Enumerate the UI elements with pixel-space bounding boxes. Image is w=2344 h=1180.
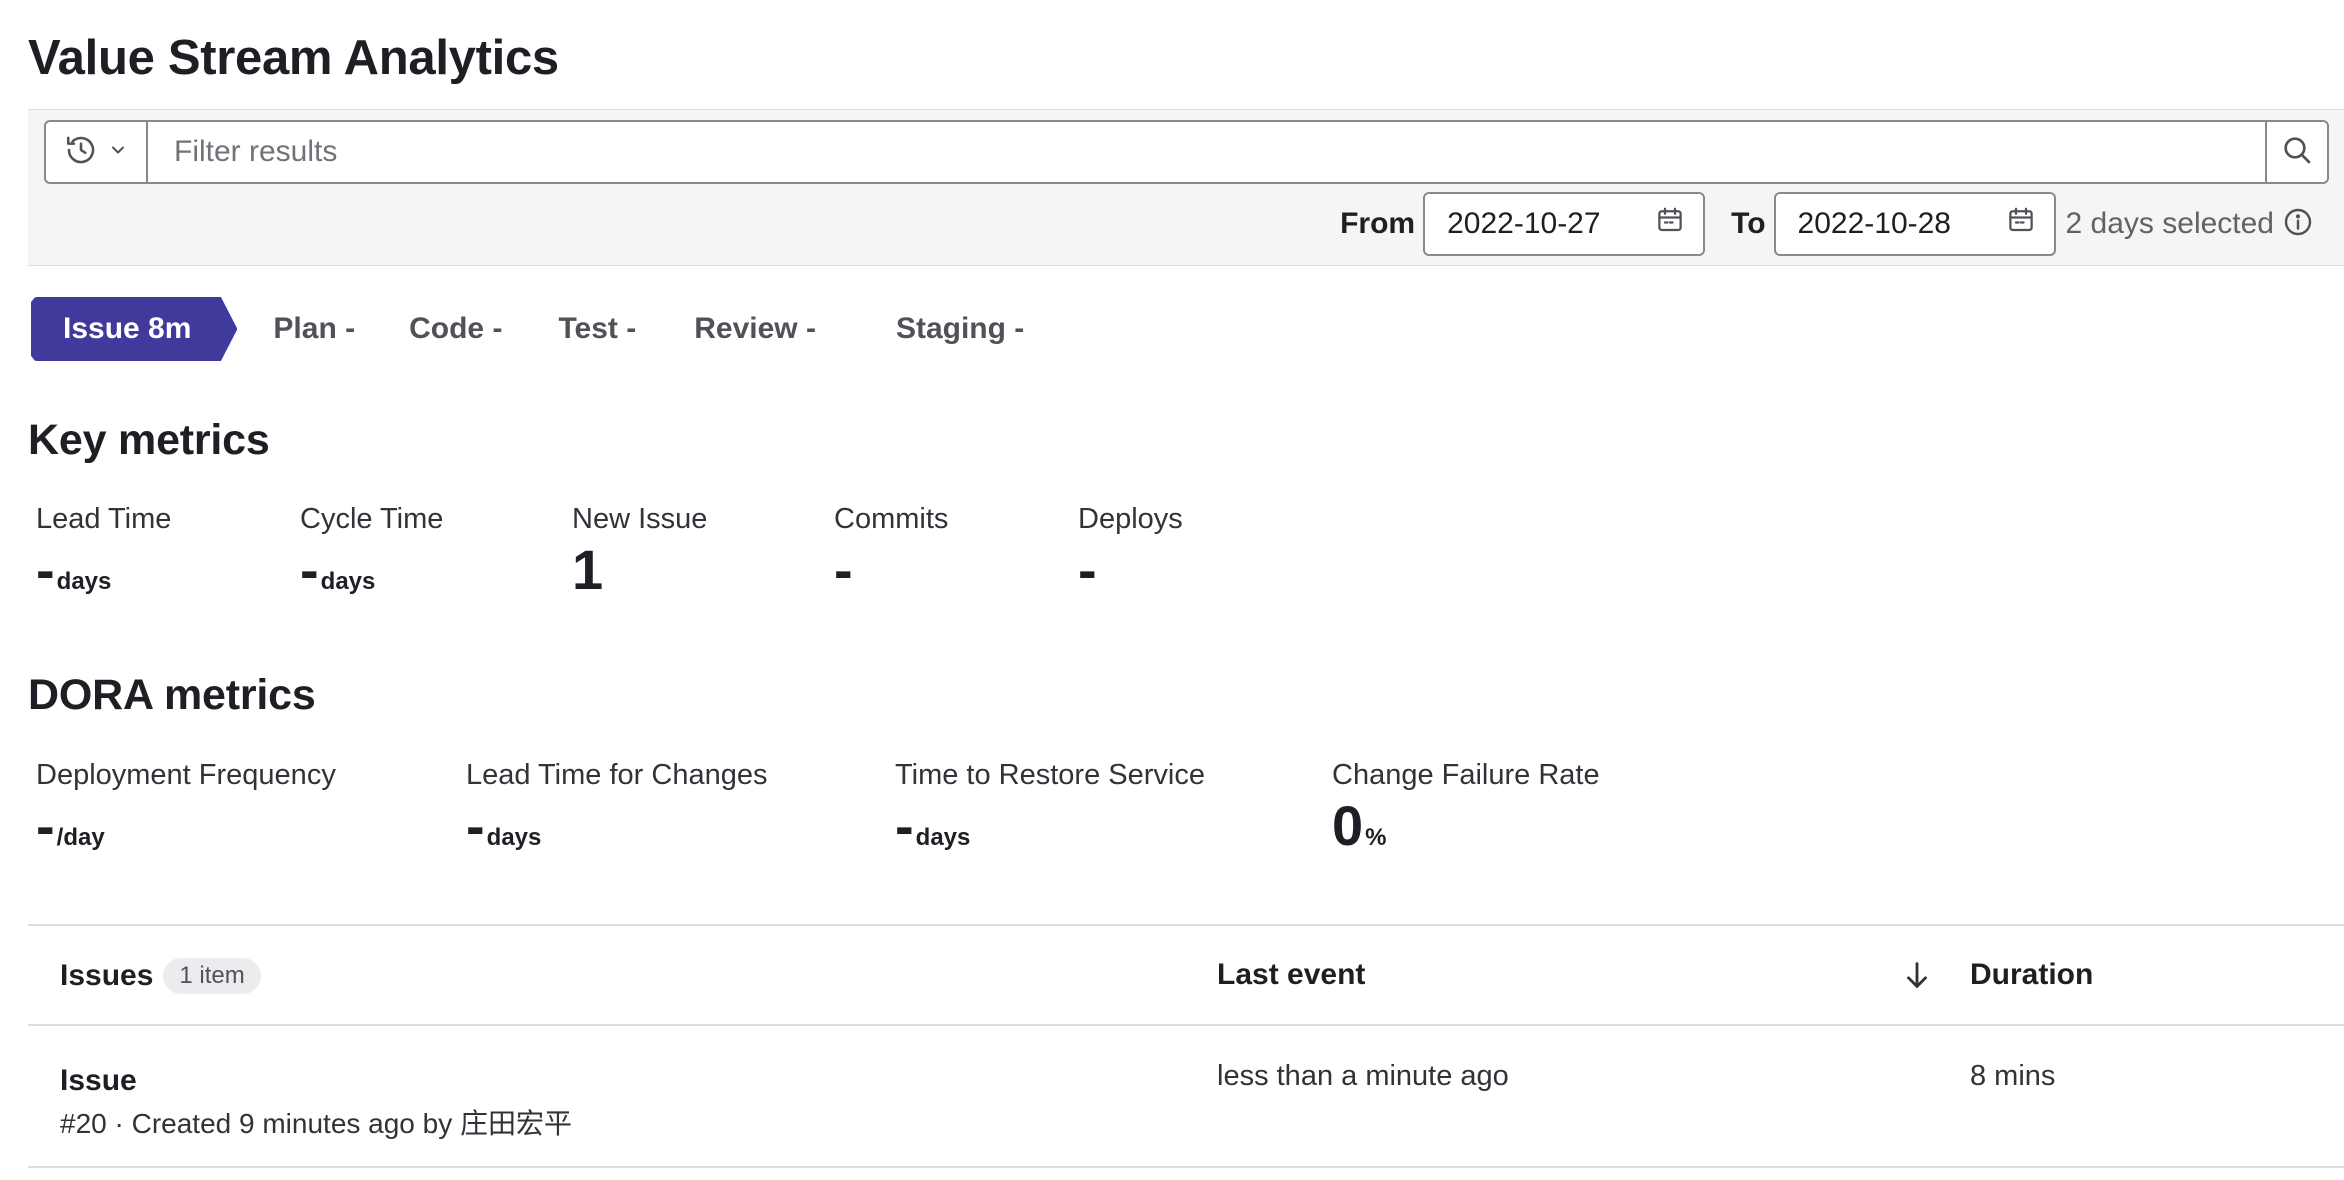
metric-value: - (36, 794, 55, 857)
stage-plan[interactable]: Plan - (273, 312, 355, 346)
stage-review[interactable]: Review - (694, 312, 816, 346)
filter-bar: From 2022-10-27 To 2022-10-28 (28, 109, 2344, 266)
stage-test[interactable]: Test - (558, 312, 636, 346)
key-metrics-title: Key metrics (28, 416, 270, 464)
duration-cell: 8 mins (1970, 1060, 2056, 1092)
last-event-cell: less than a minute ago (1217, 1060, 1509, 1092)
stage-issue[interactable]: Issue 8m (31, 297, 238, 361)
metric-label: Lead Time (36, 503, 172, 535)
metric-unit: days (915, 824, 971, 851)
stage-navigation: Issue 8m Plan - Code - Test - Review - S… (31, 296, 1024, 362)
to-label: To (1731, 207, 1766, 240)
metric-unit: /day (56, 824, 105, 851)
calendar-icon (2006, 205, 2036, 243)
column-header-label: Last event (1217, 958, 1366, 991)
to-date-input[interactable]: 2022-10-28 (1773, 192, 2056, 256)
metric-commits: Commits - (834, 503, 948, 598)
from-date-value: 2022-10-27 (1447, 207, 1601, 240)
metric-value: 1 (572, 538, 604, 601)
search-button[interactable] (2265, 122, 2327, 182)
metric-new-issue: New Issue 1 (572, 503, 707, 598)
days-selected-text: 2 days selected (2065, 207, 2274, 240)
metric-unit: days (56, 568, 112, 595)
metric-value: - (36, 538, 55, 601)
metric-change-failure-rate: Change Failure Rate 0% (1332, 759, 1600, 854)
issue-title-link[interactable]: Issue (60, 1064, 137, 1098)
metric-label: Change Failure Rate (1332, 759, 1600, 791)
filter-input[interactable] (150, 122, 2263, 182)
metric-unit: days (320, 568, 376, 595)
count-badge: 1 item (163, 958, 261, 994)
metric-time-to-restore: Time to Restore Service - days (895, 759, 1205, 854)
issue-meta: #20 · Created 9 minutes ago by 庄田宏平 (60, 1108, 573, 1139)
column-header-issues: Issues 1 item (60, 958, 261, 994)
metric-unit: days (486, 824, 542, 851)
metric-unit: % (1365, 824, 1387, 851)
search-icon (2281, 134, 2313, 171)
metric-label: Time to Restore Service (895, 759, 1205, 791)
metric-label: Deployment Frequency (36, 759, 336, 791)
from-label: From (1340, 207, 1416, 240)
metric-value: - (834, 538, 853, 601)
metric-lead-time: Lead Time - days (36, 503, 171, 598)
history-icon (64, 133, 98, 172)
metric-label: Cycle Time (300, 503, 444, 535)
chevron-down-icon (108, 140, 128, 165)
metric-value: - (300, 538, 319, 601)
stage-code[interactable]: Code - (409, 312, 502, 346)
metric-value: - (895, 794, 914, 857)
sort-descending-icon[interactable] (1900, 958, 1934, 997)
page-title: Value Stream Analytics (28, 31, 559, 85)
date-range-picker: From 2022-10-27 To 2022-10-28 2 days sel… (1340, 192, 2314, 256)
divider (28, 1024, 2344, 1026)
metric-deployment-frequency: Deployment Frequency -/day (36, 759, 336, 854)
metric-deploys: Deploys - (1078, 503, 1183, 598)
divider (28, 1166, 2344, 1168)
info-icon[interactable] (2282, 206, 2314, 243)
metric-label: Deploys (1078, 503, 1183, 535)
to-date-value: 2022-10-28 (1797, 207, 1951, 240)
divider (28, 924, 2344, 926)
filtered-search (44, 120, 2329, 184)
from-date-input[interactable]: 2022-10-27 (1423, 192, 1706, 256)
stage-staging[interactable]: Staging - (896, 312, 1024, 346)
metric-label: Lead Time for Changes (466, 759, 768, 791)
dora-metrics-title: DORA metrics (28, 671, 316, 719)
metric-label: New Issue (572, 503, 708, 535)
column-header-last-event[interactable]: Last event (1217, 958, 1365, 992)
column-header-duration[interactable]: Duration (1970, 958, 2093, 992)
metric-value: - (1078, 538, 1097, 601)
metric-lead-time-for-changes: Lead Time for Changes - days (466, 759, 767, 854)
recent-searches-button[interactable] (46, 122, 148, 182)
calendar-icon (1655, 205, 1685, 243)
column-header-label: Duration (1970, 958, 2094, 991)
column-header-label: Issues (60, 959, 154, 992)
metric-value: 0 (1332, 794, 1364, 857)
metric-label: Commits (834, 503, 949, 535)
metric-value: - (466, 794, 485, 857)
metric-cycle-time: Cycle Time - days (300, 503, 443, 598)
